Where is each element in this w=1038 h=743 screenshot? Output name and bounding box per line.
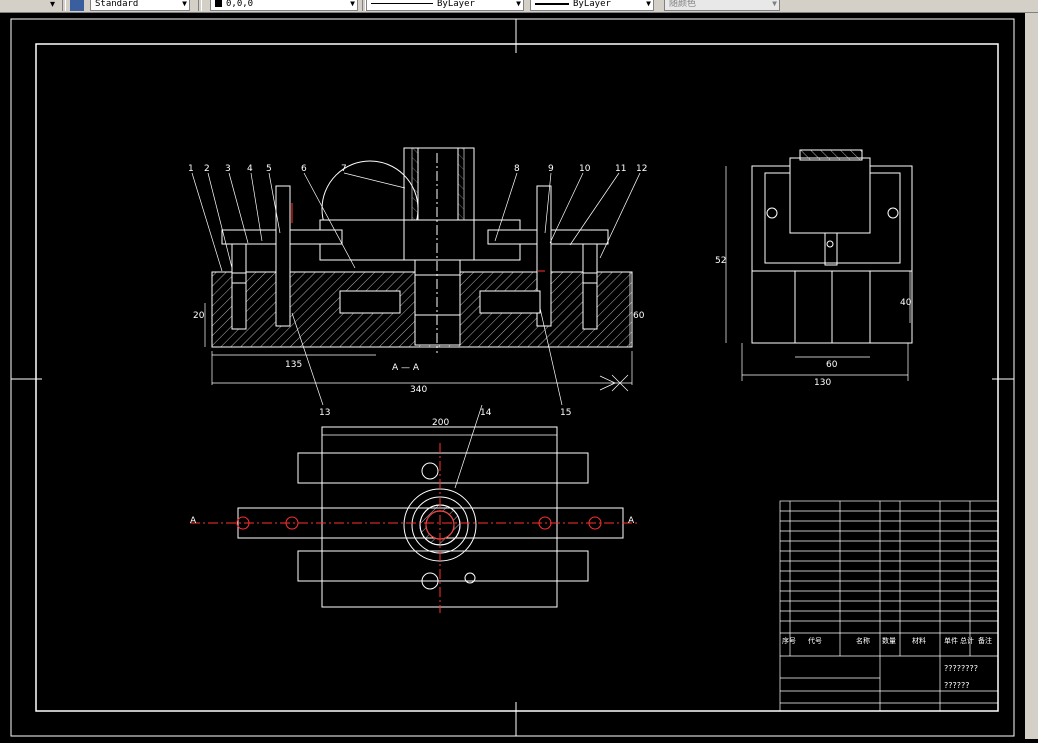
drawing-canvas[interactable]: 1 2 3 4 5 6 7 8 9 10 11 12 13 14 15 A — … [0,13,1025,739]
balloon-3: 3 [225,164,231,174]
balloon-4: 4 [247,164,253,174]
dropdown-arrow-icon[interactable]: ▾ [50,0,55,11]
color-value: 0,0,0 [215,0,254,9]
linetype-value: ByLayer [371,0,475,9]
linetype-text: ByLayer [437,0,475,9]
balloon-12: 12 [636,164,647,174]
drawing-annotations: 1 2 3 4 5 6 7 8 9 10 11 12 13 14 15 A — … [188,164,992,690]
balloon-13: 13 [319,408,330,418]
plotstyle-select[interactable]: 随颜色 ▼ [664,0,780,11]
plotstyle-value: 随颜色 [669,0,697,9]
chevron-down-icon: ▼ [350,0,355,8]
color-swatch-icon [215,0,222,7]
dim-20: 20 [193,311,205,321]
dim-40: 40 [900,298,912,308]
vertical-scrollbar[interactable] [1025,13,1038,739]
dim-340: 340 [410,385,427,395]
balloon-2: 2 [204,164,210,174]
tb-header-no: 序号 [782,636,796,645]
properties-toolbar: ▾ Standard ▼ 0,0,0 ▼ ByLayer ▼ ByLayer ▼… [0,0,1038,13]
tb-header-unit: 单件 [944,636,958,645]
chevron-down-icon: ▼ [772,0,777,8]
dim-60-front: 60 [633,311,645,321]
balloon-9: 9 [548,164,554,174]
chevron-down-icon: ▼ [516,0,521,8]
section-label: A — A [392,363,420,373]
tb-header-name: 名称 [856,636,870,645]
section-mark-left: A [190,516,197,526]
tb-drawing-no: ?????? [944,681,969,690]
tb-title: ???????? [944,664,978,673]
text-style-icon[interactable] [70,0,84,11]
balloon-10: 10 [579,164,591,174]
tb-header-material: 材料 [912,636,926,645]
lineweight-text: ByLayer [573,0,611,9]
tb-header-total: 总计 [960,636,974,645]
balloon-7: 7 [341,164,347,174]
tb-header-code: 代号 [808,636,822,645]
dim-130: 130 [814,378,831,388]
toolbar-separator [62,0,66,11]
color-select[interactable]: 0,0,0 ▼ [210,0,358,11]
text-style-select[interactable]: Standard ▼ [90,0,190,11]
dim-200: 200 [432,418,449,428]
balloon-14: 14 [480,408,492,418]
balloon-1: 1 [188,164,194,174]
lineweight-select[interactable]: ByLayer ▼ [530,0,654,11]
balloon-6: 6 [301,164,307,174]
dim-135: 135 [285,360,302,370]
dim-60-side: 60 [826,360,838,370]
balloon-15: 15 [560,408,571,418]
linetype-select[interactable]: ByLayer ▼ [366,0,524,11]
dim-52: 52 [715,256,726,266]
lineweight-sample-icon [535,2,569,5]
toolbar-separator [198,0,202,11]
chevron-down-icon: ▼ [646,0,651,8]
balloon-11: 11 [615,164,626,174]
chevron-down-icon: ▼ [182,0,187,8]
balloon-5: 5 [266,164,272,174]
tb-header-qty: 数量 [882,636,896,645]
section-mark-right: A [628,516,635,526]
line-sample-icon [371,3,433,4]
lineweight-value: ByLayer [535,0,611,9]
balloon-8: 8 [514,164,520,174]
tb-header-remark: 备注 [978,636,992,645]
color-value-text: 0,0,0 [226,0,254,9]
text-style-value: Standard [95,0,139,9]
